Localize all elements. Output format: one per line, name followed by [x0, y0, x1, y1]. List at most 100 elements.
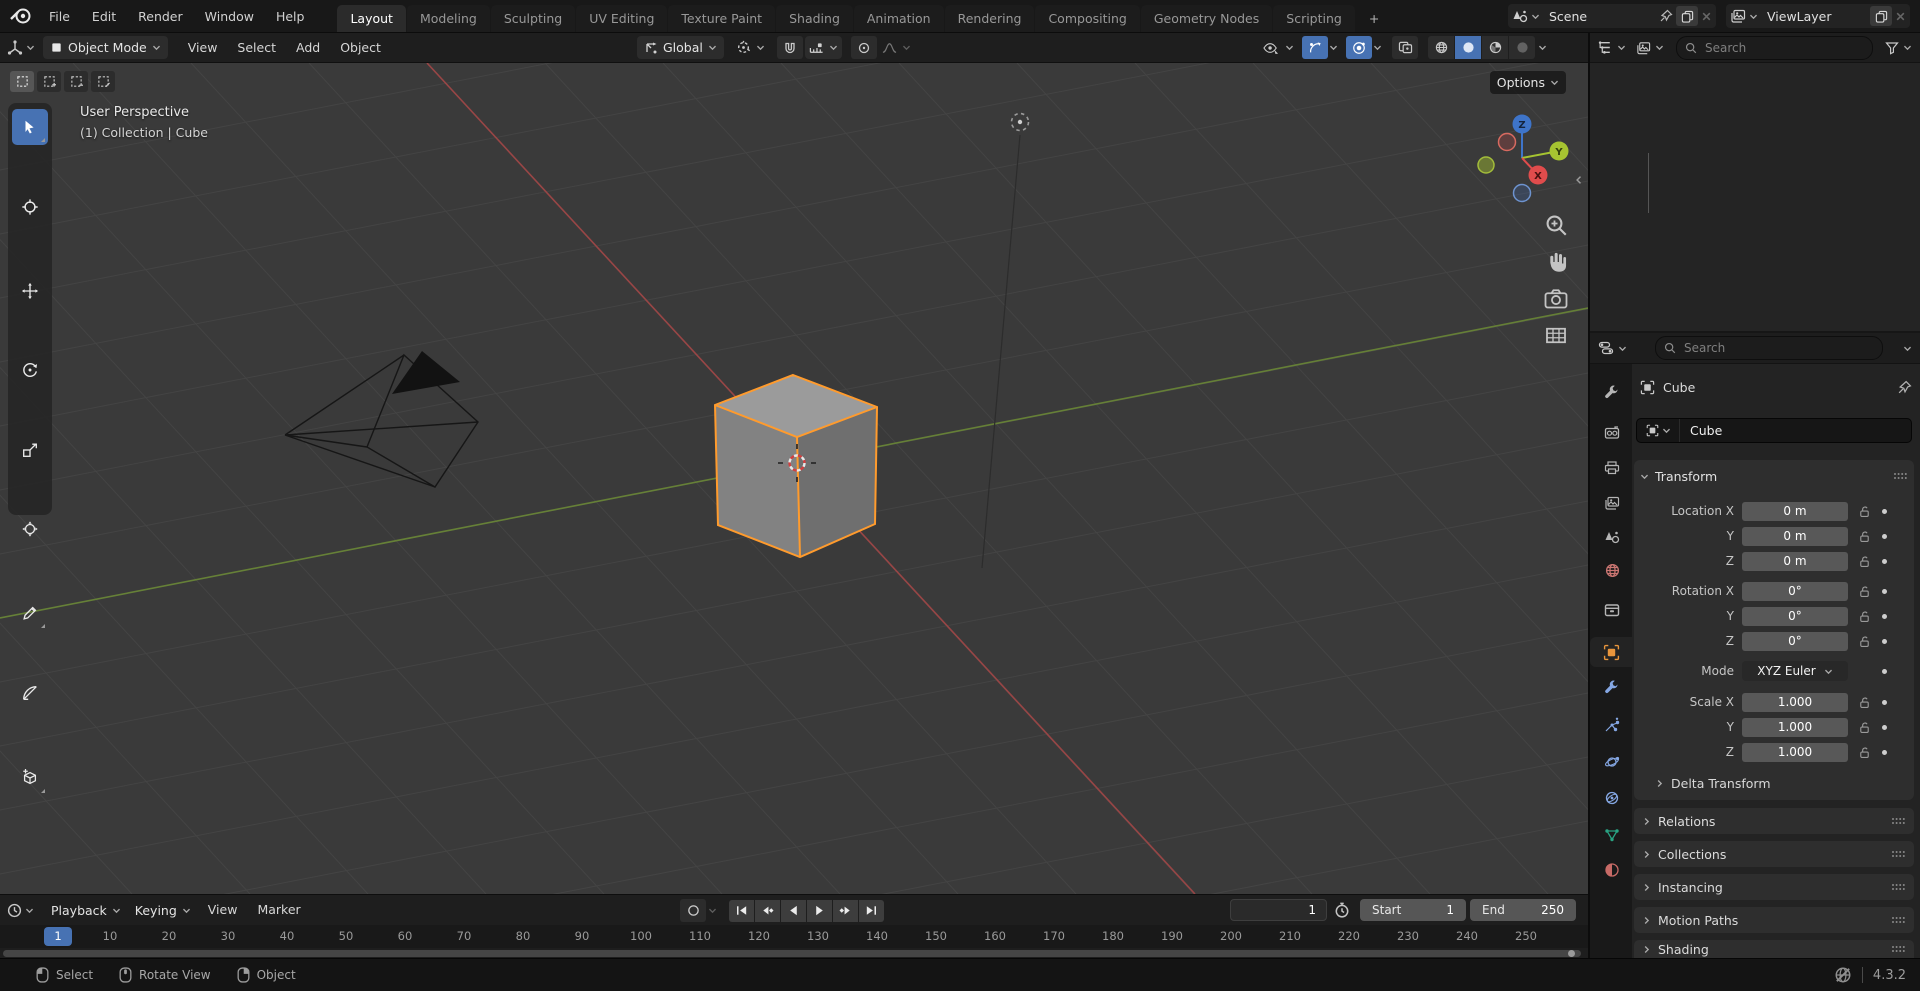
section-collections[interactable]: Collections: [1634, 841, 1914, 867]
location-z-field[interactable]: 0 m: [1742, 551, 1848, 571]
lock-location-z[interactable]: [1856, 555, 1873, 568]
ruler-tick[interactable]: 230: [1397, 929, 1419, 943]
ruler-tick[interactable]: 60: [398, 929, 413, 943]
menu-playback[interactable]: Playback: [44, 899, 128, 922]
lock-location-y[interactable]: [1856, 530, 1873, 543]
ruler-tick[interactable]: 140: [866, 929, 888, 943]
menu-help[interactable]: Help: [265, 0, 316, 33]
viewport-3d[interactable]: User Perspective (1) Collection | Cube O…: [0, 63, 1588, 894]
tab-compositing[interactable]: Compositing: [1035, 5, 1140, 32]
tab-physics-properties[interactable]: [1592, 747, 1632, 777]
current-frame-field[interactable]: 1: [1230, 899, 1327, 921]
panel-grip-icon[interactable]: [1891, 817, 1906, 825]
rotation-z-field[interactable]: 0°: [1742, 631, 1848, 651]
scene-new-button[interactable]: [1676, 6, 1698, 26]
jump-to-start-button[interactable]: [729, 899, 754, 922]
pin-id-icon[interactable]: [1897, 380, 1912, 395]
network-offline-icon[interactable]: [1834, 966, 1852, 984]
ruler-tick[interactable]: 200: [1220, 929, 1242, 943]
lock-scale-y[interactable]: [1856, 721, 1873, 734]
pin-icon[interactable]: [1659, 9, 1673, 23]
tab-scripting[interactable]: Scripting: [1273, 5, 1355, 32]
tab-object-properties[interactable]: [1590, 637, 1632, 667]
scene-icon[interactable]: [1512, 9, 1528, 23]
use-preview-range-icon[interactable]: [1334, 902, 1350, 918]
panel-grip-icon[interactable]: [1891, 850, 1906, 858]
section-relations[interactable]: Relations: [1634, 808, 1914, 834]
ruler-tick[interactable]: 110: [689, 929, 711, 943]
lock-location-x[interactable]: [1856, 505, 1873, 518]
navigation-gizmo[interactable]: Z Y X: [1452, 81, 1588, 211]
panel-grip-icon[interactable]: [1893, 472, 1908, 480]
tab-animation[interactable]: Animation: [853, 5, 944, 32]
animate-rotation-mode[interactable]: [1882, 668, 1887, 674]
ruler-tick[interactable]: 220: [1338, 929, 1360, 943]
display-mode-chevron[interactable]: [1655, 43, 1664, 52]
rotation-y-field[interactable]: 0°: [1742, 606, 1848, 626]
delta-transform-header[interactable]: Delta Transform: [1655, 776, 1771, 791]
proportional-editing-toggle[interactable]: [850, 36, 877, 59]
tab-viewlayer-properties[interactable]: [1592, 488, 1632, 518]
ruler-tick[interactable]: 80: [516, 929, 531, 943]
xray-toggle[interactable]: [1392, 36, 1418, 59]
tool-rotate[interactable]: [12, 352, 48, 388]
select-mode-invert-button[interactable]: [91, 71, 115, 92]
tab-world-properties[interactable]: [1592, 555, 1632, 585]
transform-panel-header[interactable]: Transform: [1640, 466, 1908, 486]
proportional-falloff[interactable]: [879, 36, 914, 59]
properties-search-input[interactable]: [1682, 340, 1874, 356]
play-button[interactable]: [807, 899, 832, 922]
tool-scale[interactable]: [12, 432, 48, 468]
ruler-tick[interactable]: 70: [457, 929, 472, 943]
ruler-tick[interactable]: 120: [748, 929, 770, 943]
animate-location-z[interactable]: [1882, 558, 1887, 564]
overlays-toggle[interactable]: [1346, 36, 1372, 59]
tab-texture-paint[interactable]: Texture Paint: [668, 5, 776, 32]
menu-timeline-view[interactable]: View: [198, 895, 248, 925]
section-instancing[interactable]: Instancing: [1634, 874, 1914, 900]
tool-annotate[interactable]: [12, 595, 48, 631]
tool-select-box[interactable]: [12, 109, 48, 145]
frame-end-field[interactable]: End 250: [1470, 899, 1576, 921]
animate-rotation-x[interactable]: [1882, 588, 1887, 594]
menu-window[interactable]: Window: [194, 0, 265, 33]
play-reverse-button[interactable]: [781, 899, 806, 922]
tool-cursor[interactable]: [12, 189, 48, 225]
ruler-tick[interactable]: 170: [1043, 929, 1065, 943]
timeline-scrollbar[interactable]: [3, 950, 1581, 957]
auto-keying-chevron[interactable]: [708, 906, 717, 915]
ortho-toggle-button[interactable]: [1544, 325, 1568, 346]
ruler-tick[interactable]: 10: [103, 929, 118, 943]
tab-constraint-properties[interactable]: [1592, 783, 1632, 813]
menu-object[interactable]: Object: [330, 33, 391, 63]
tab-sculpting[interactable]: Sculpting: [490, 5, 576, 32]
tab-particle-properties[interactable]: [1592, 710, 1632, 740]
add-workspace-button[interactable]: +: [1356, 5, 1392, 32]
viewlayer-browse-chevron[interactable]: [1749, 12, 1758, 21]
tab-collection-properties[interactable]: [1592, 595, 1632, 625]
camera-view-button[interactable]: [1544, 288, 1568, 309]
outliner-editor-icon[interactable]: [1598, 40, 1613, 55]
tool-move[interactable]: [12, 273, 48, 309]
menu-add[interactable]: Add: [286, 33, 330, 63]
tab-uv-editing[interactable]: UV Editing: [576, 5, 668, 32]
properties-editor-chevron[interactable]: [1618, 344, 1627, 353]
outliner-display-mode-icon[interactable]: [1636, 41, 1651, 55]
editor-type-button[interactable]: [7, 40, 35, 56]
viewlayer-new-button[interactable]: [1870, 6, 1892, 26]
ruler-tick[interactable]: 20: [162, 929, 177, 943]
ruler-tick[interactable]: 210: [1279, 929, 1301, 943]
tab-object-data-properties[interactable]: [1592, 820, 1632, 850]
animate-rotation-y[interactable]: [1882, 613, 1887, 619]
shading-solid-button[interactable]: [1455, 36, 1481, 59]
scene-name[interactable]: Scene: [1543, 9, 1656, 24]
section-motion-paths[interactable]: Motion Paths: [1634, 907, 1914, 933]
object-name-value[interactable]: Cube: [1690, 423, 1722, 438]
object-types-chevron[interactable]: [1285, 43, 1294, 52]
show-object-types-button[interactable]: [1258, 36, 1284, 59]
tab-rendering[interactable]: Rendering: [944, 5, 1035, 32]
ruler-tick[interactable]: 160: [984, 929, 1006, 943]
blender-logo-icon[interactable]: [10, 7, 32, 25]
breadcrumb-object[interactable]: Cube: [1663, 380, 1695, 395]
viewlayer-remove-icon[interactable]: [1895, 11, 1906, 22]
